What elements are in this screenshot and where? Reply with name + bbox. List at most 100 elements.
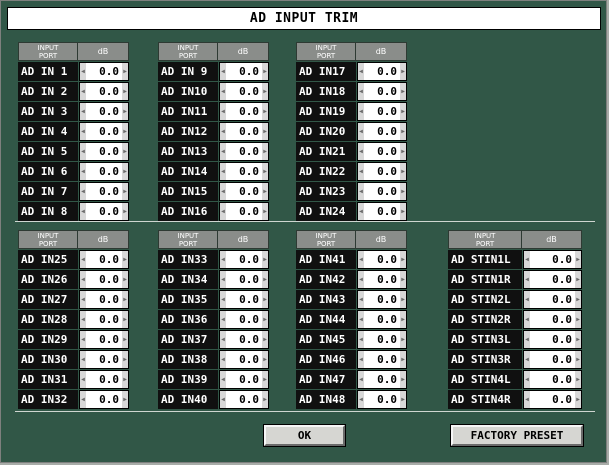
trim-value-field[interactable]: ◀ 0.0 ▶	[523, 250, 582, 269]
right-arrow-icon[interactable]: ▶	[262, 371, 268, 388]
trim-value-field[interactable]: ◀ 0.0 ▶	[219, 290, 269, 309]
right-arrow-icon[interactable]: ▶	[262, 103, 268, 120]
trim-value-field[interactable]: ◀ 0.0 ▶	[357, 102, 407, 121]
right-arrow-icon[interactable]: ▶	[575, 351, 581, 368]
right-arrow-icon[interactable]: ▶	[262, 143, 268, 160]
right-arrow-icon[interactable]: ▶	[122, 391, 128, 408]
right-arrow-icon[interactable]: ▶	[262, 251, 268, 268]
right-arrow-icon[interactable]: ▶	[262, 63, 268, 80]
right-arrow-icon[interactable]: ▶	[262, 351, 268, 368]
right-arrow-icon[interactable]: ▶	[575, 251, 581, 268]
trim-value-field[interactable]: ◀ 0.0 ▶	[219, 310, 269, 329]
trim-value-field[interactable]: ◀ 0.0 ▶	[79, 390, 129, 409]
trim-value-field[interactable]: ◀ 0.0 ▶	[357, 370, 407, 389]
right-arrow-icon[interactable]: ▶	[262, 391, 268, 408]
trim-value-field[interactable]: ◀ 0.0 ▶	[357, 82, 407, 101]
trim-value-field[interactable]: ◀ 0.0 ▶	[357, 62, 407, 81]
trim-value-field[interactable]: ◀ 0.0 ▶	[357, 390, 407, 409]
right-arrow-icon[interactable]: ▶	[122, 311, 128, 328]
right-arrow-icon[interactable]: ▶	[262, 271, 268, 288]
right-arrow-icon[interactable]: ▶	[262, 203, 268, 220]
trim-value-field[interactable]: ◀ 0.0 ▶	[357, 310, 407, 329]
ok-button[interactable]: OK	[264, 425, 345, 446]
right-arrow-icon[interactable]: ▶	[122, 83, 128, 100]
right-arrow-icon[interactable]: ▶	[122, 63, 128, 80]
trim-value-field[interactable]: ◀ 0.0 ▶	[523, 330, 582, 349]
right-arrow-icon[interactable]: ▶	[122, 351, 128, 368]
right-arrow-icon[interactable]: ▶	[122, 143, 128, 160]
trim-value-field[interactable]: ◀ 0.0 ▶	[219, 142, 269, 161]
right-arrow-icon[interactable]: ▶	[575, 271, 581, 288]
trim-value-field[interactable]: ◀ 0.0 ▶	[357, 290, 407, 309]
right-arrow-icon[interactable]: ▶	[122, 291, 128, 308]
trim-value-field[interactable]: ◀ 0.0 ▶	[357, 330, 407, 349]
right-arrow-icon[interactable]: ▶	[400, 143, 406, 160]
right-arrow-icon[interactable]: ▶	[400, 83, 406, 100]
trim-value-field[interactable]: ◀ 0.0 ▶	[523, 390, 582, 409]
right-arrow-icon[interactable]: ▶	[400, 371, 406, 388]
trim-value-field[interactable]: ◀ 0.0 ▶	[357, 162, 407, 181]
trim-value-field[interactable]: ◀ 0.0 ▶	[219, 62, 269, 81]
right-arrow-icon[interactable]: ▶	[575, 311, 581, 328]
right-arrow-icon[interactable]: ▶	[400, 183, 406, 200]
right-arrow-icon[interactable]: ▶	[262, 123, 268, 140]
trim-value-field[interactable]: ◀ 0.0 ▶	[79, 290, 129, 309]
trim-value-field[interactable]: ◀ 0.0 ▶	[79, 162, 129, 181]
factory-preset-button[interactable]: FACTORY PRESET	[451, 425, 583, 446]
right-arrow-icon[interactable]: ▶	[122, 163, 128, 180]
trim-value-field[interactable]: ◀ 0.0 ▶	[219, 82, 269, 101]
right-arrow-icon[interactable]: ▶	[262, 163, 268, 180]
right-arrow-icon[interactable]: ▶	[122, 371, 128, 388]
trim-value-field[interactable]: ◀ 0.0 ▶	[219, 390, 269, 409]
trim-value-field[interactable]: ◀ 0.0 ▶	[79, 82, 129, 101]
right-arrow-icon[interactable]: ▶	[400, 163, 406, 180]
trim-value-field[interactable]: ◀ 0.0 ▶	[79, 350, 129, 369]
trim-value-field[interactable]: ◀ 0.0 ▶	[219, 102, 269, 121]
trim-value-field[interactable]: ◀ 0.0 ▶	[219, 182, 269, 201]
trim-value-field[interactable]: ◀ 0.0 ▶	[523, 290, 582, 309]
right-arrow-icon[interactable]: ▶	[400, 203, 406, 220]
right-arrow-icon[interactable]: ▶	[400, 63, 406, 80]
trim-value-field[interactable]: ◀ 0.0 ▶	[219, 270, 269, 289]
trim-value-field[interactable]: ◀ 0.0 ▶	[79, 102, 129, 121]
trim-value-field[interactable]: ◀ 0.0 ▶	[79, 370, 129, 389]
trim-value-field[interactable]: ◀ 0.0 ▶	[79, 310, 129, 329]
right-arrow-icon[interactable]: ▶	[262, 311, 268, 328]
trim-value-field[interactable]: ◀ 0.0 ▶	[357, 202, 407, 221]
right-arrow-icon[interactable]: ▶	[122, 183, 128, 200]
right-arrow-icon[interactable]: ▶	[400, 291, 406, 308]
trim-value-field[interactable]: ◀ 0.0 ▶	[79, 182, 129, 201]
trim-value-field[interactable]: ◀ 0.0 ▶	[357, 350, 407, 369]
trim-value-field[interactable]: ◀ 0.0 ▶	[79, 122, 129, 141]
right-arrow-icon[interactable]: ▶	[400, 103, 406, 120]
trim-value-field[interactable]: ◀ 0.0 ▶	[523, 370, 582, 389]
right-arrow-icon[interactable]: ▶	[400, 351, 406, 368]
right-arrow-icon[interactable]: ▶	[400, 251, 406, 268]
right-arrow-icon[interactable]: ▶	[575, 291, 581, 308]
trim-value-field[interactable]: ◀ 0.0 ▶	[357, 142, 407, 161]
trim-value-field[interactable]: ◀ 0.0 ▶	[219, 122, 269, 141]
right-arrow-icon[interactable]: ▶	[122, 203, 128, 220]
trim-value-field[interactable]: ◀ 0.0 ▶	[357, 270, 407, 289]
right-arrow-icon[interactable]: ▶	[262, 83, 268, 100]
right-arrow-icon[interactable]: ▶	[400, 331, 406, 348]
trim-value-field[interactable]: ◀ 0.0 ▶	[523, 270, 582, 289]
right-arrow-icon[interactable]: ▶	[122, 271, 128, 288]
right-arrow-icon[interactable]: ▶	[122, 103, 128, 120]
trim-value-field[interactable]: ◀ 0.0 ▶	[357, 182, 407, 201]
trim-value-field[interactable]: ◀ 0.0 ▶	[219, 250, 269, 269]
trim-value-field[interactable]: ◀ 0.0 ▶	[219, 162, 269, 181]
trim-value-field[interactable]: ◀ 0.0 ▶	[79, 270, 129, 289]
right-arrow-icon[interactable]: ▶	[400, 271, 406, 288]
right-arrow-icon[interactable]: ▶	[122, 123, 128, 140]
right-arrow-icon[interactable]: ▶	[575, 391, 581, 408]
trim-value-field[interactable]: ◀ 0.0 ▶	[523, 310, 582, 329]
right-arrow-icon[interactable]: ▶	[575, 371, 581, 388]
trim-value-field[interactable]: ◀ 0.0 ▶	[219, 330, 269, 349]
trim-value-field[interactable]: ◀ 0.0 ▶	[219, 350, 269, 369]
trim-value-field[interactable]: ◀ 0.0 ▶	[79, 142, 129, 161]
right-arrow-icon[interactable]: ▶	[400, 311, 406, 328]
right-arrow-icon[interactable]: ▶	[262, 291, 268, 308]
trim-value-field[interactable]: ◀ 0.0 ▶	[523, 350, 582, 369]
right-arrow-icon[interactable]: ▶	[122, 251, 128, 268]
